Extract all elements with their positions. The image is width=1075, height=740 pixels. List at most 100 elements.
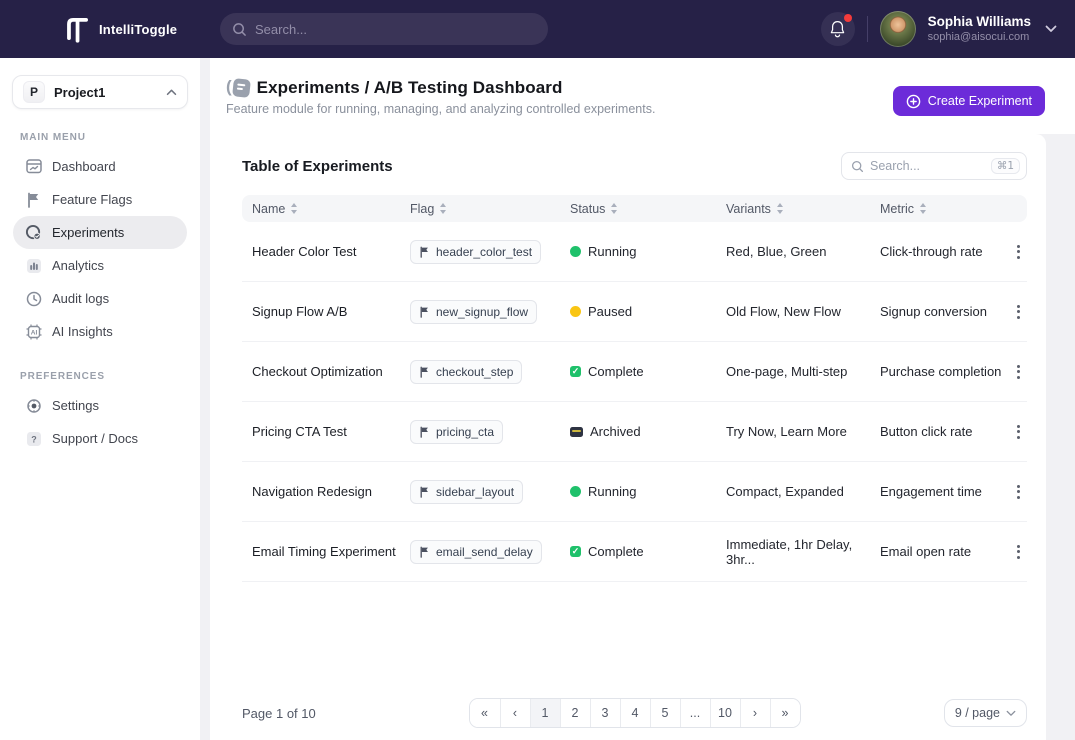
column-header-metric[interactable]: Metric	[880, 202, 1009, 216]
experiment-name: Header Color Test	[252, 244, 410, 259]
flag-tag: header_color_test	[410, 240, 541, 264]
pager-page-1[interactable]: 1	[530, 699, 560, 727]
page-summary: Page 1 of 10	[242, 706, 316, 721]
project-selector[interactable]: P Project1	[12, 75, 188, 109]
intellitoggle-logo-icon	[62, 14, 92, 44]
sidebar: P Project1 MAIN MENU Dashboard Feature F…	[0, 58, 200, 740]
status-icon	[570, 427, 583, 437]
create-experiment-label: Create Experiment	[928, 94, 1032, 108]
pager-page-3[interactable]: 3	[590, 699, 620, 727]
sidebar-item-experiments[interactable]: Experiments	[13, 216, 187, 249]
sidebar-item-label: Analytics	[52, 258, 104, 273]
pager-next-button[interactable]: ›	[740, 699, 770, 727]
search-shortcut-badge: ⌘1	[991, 158, 1020, 175]
bell-icon	[829, 20, 846, 38]
row-actions-kebab-icon[interactable]	[1009, 241, 1027, 263]
global-search-input[interactable]	[255, 22, 536, 37]
status-icon	[570, 306, 581, 317]
row-actions-kebab-icon[interactable]	[1009, 301, 1027, 323]
pager-page-10[interactable]: 10	[710, 699, 740, 727]
metric-cell: Click-through rate	[880, 244, 1009, 259]
pager-last-button[interactable]: »	[770, 699, 800, 727]
metric-cell: Purchase completion	[880, 364, 1009, 379]
row-actions-kebab-icon[interactable]	[1009, 541, 1027, 563]
search-icon	[851, 160, 864, 173]
sort-icon	[291, 203, 297, 214]
status-badge: Paused	[570, 304, 726, 319]
sidebar-item-ai-insights[interactable]: AI AI Insights	[13, 315, 187, 348]
sort-icon	[611, 203, 617, 214]
sort-icon	[440, 203, 446, 214]
svg-text:?: ?	[31, 434, 37, 444]
row-actions-kebab-icon[interactable]	[1009, 421, 1027, 443]
clock-icon	[25, 290, 42, 307]
flag-tag: pricing_cta	[410, 420, 503, 444]
search-icon	[232, 22, 247, 37]
sidebar-item-support-docs[interactable]: ? Support / Docs	[13, 422, 187, 455]
variants-cell: Try Now, Learn More	[726, 424, 880, 439]
sidebar-item-analytics[interactable]: Analytics	[13, 249, 187, 282]
pager-prev-button[interactable]: ‹	[500, 699, 530, 727]
status-badge: Complete	[570, 364, 726, 379]
sidebar-item-label: Feature Flags	[52, 192, 132, 207]
sidebar-item-feature-flags[interactable]: Feature Flags	[13, 183, 187, 216]
variants-cell: Red, Blue, Green	[726, 244, 880, 259]
row-actions-kebab-icon[interactable]	[1009, 361, 1027, 383]
dashboard-icon	[25, 158, 42, 175]
sidebar-item-label: Dashboard	[52, 159, 116, 174]
sidebar-item-label: Support / Docs	[52, 431, 138, 446]
chevron-down-icon	[1006, 710, 1016, 717]
user-avatar[interactable]	[880, 11, 916, 47]
chevron-up-icon	[166, 89, 177, 96]
experiments-module-icon: (	[226, 78, 250, 98]
sidebar-item-audit-logs[interactable]: Audit logs	[13, 282, 187, 315]
page-size-select[interactable]: 9 / page	[944, 699, 1027, 727]
experiment-name: Email Timing Experiment	[252, 544, 410, 559]
variants-cell: Immediate, 1hr Delay, 3hr...	[726, 537, 880, 567]
sort-icon	[920, 203, 926, 214]
notifications-button[interactable]	[821, 12, 855, 46]
column-header-name[interactable]: Name	[252, 202, 410, 216]
variants-cell: Old Flow, New Flow	[726, 304, 880, 319]
sidebar-item-label: Audit logs	[52, 291, 109, 306]
table-search-input[interactable]	[870, 159, 985, 173]
create-experiment-button[interactable]: Create Experiment	[893, 86, 1045, 116]
status-badge: Running	[570, 244, 726, 259]
page-title: Experiments / A/B Testing Dashboard	[257, 78, 563, 98]
analytics-bar-chart-icon	[25, 257, 42, 274]
pager: « ‹ 1 2 3 4 5 ... 10 › »	[469, 698, 801, 728]
user-meta: Sophia Williams sophia@aisocui.com	[928, 14, 1031, 45]
app-logo[interactable]: IntelliToggle	[62, 14, 177, 44]
section-label-preferences: PREFERENCES	[20, 371, 200, 382]
pager-page-4[interactable]: 4	[620, 699, 650, 727]
sort-icon	[777, 203, 783, 214]
page-header: ( Experiments / A/B Testing Dashboard Fe…	[210, 58, 1075, 134]
sidebar-item-settings[interactable]: Settings	[13, 389, 187, 422]
column-header-variants[interactable]: Variants	[726, 202, 880, 216]
table-row: Email Timing Experiment email_send_delay…	[242, 522, 1027, 582]
topbar: IntelliToggle Sophia Williams sophia@ais…	[0, 0, 1075, 58]
metric-cell: Engagement time	[880, 484, 1009, 499]
column-header-status[interactable]: Status	[570, 202, 726, 216]
flag-icon	[419, 366, 430, 378]
flag-icon	[419, 546, 430, 558]
table-row: Checkout Optimization checkout_step Comp…	[242, 342, 1027, 402]
user-menu-chevron-down-icon[interactable]	[1045, 25, 1057, 33]
pager-page-2[interactable]: 2	[560, 699, 590, 727]
table-search[interactable]: ⌘1	[841, 152, 1027, 180]
table-row: Pricing CTA Test pricing_cta Archived Tr…	[242, 402, 1027, 462]
help-icon: ?	[25, 430, 42, 447]
sidebar-item-dashboard[interactable]: Dashboard	[13, 150, 187, 183]
pager-ellipsis[interactable]: ...	[680, 699, 710, 727]
svg-text:AI: AI	[30, 329, 37, 336]
pager-first-button[interactable]: «	[470, 699, 500, 727]
column-header-flag[interactable]: Flag	[410, 202, 570, 216]
flag-tag: checkout_step	[410, 360, 522, 384]
experiments-icon	[25, 224, 42, 241]
pager-page-5[interactable]: 5	[650, 699, 680, 727]
global-search[interactable]	[220, 13, 548, 45]
status-icon	[570, 546, 581, 557]
page-subtitle: Feature module for running, managing, an…	[226, 102, 655, 116]
variants-cell: One-page, Multi-step	[726, 364, 880, 379]
row-actions-kebab-icon[interactable]	[1009, 481, 1027, 503]
